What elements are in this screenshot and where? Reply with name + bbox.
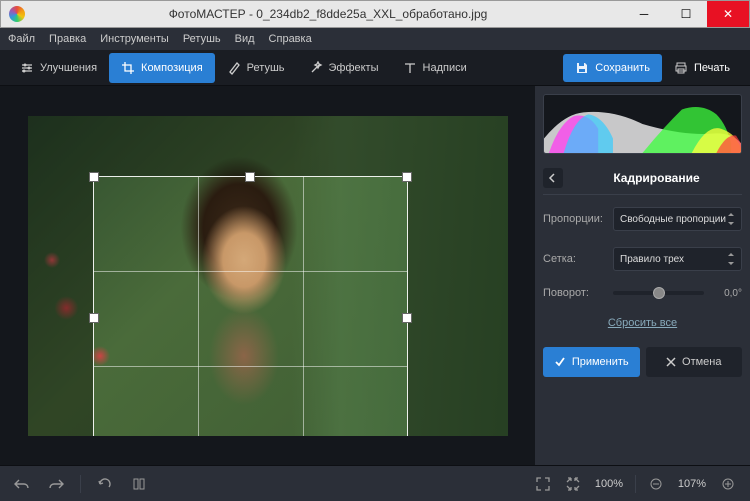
zoom-in-button[interactable] xyxy=(718,474,738,494)
rotate-value: 0,0° xyxy=(712,288,742,299)
minimize-button[interactable]: ─ xyxy=(623,1,665,27)
print-icon xyxy=(674,61,688,75)
maximize-button[interactable]: ☐ xyxy=(665,1,707,27)
history-button[interactable] xyxy=(129,474,149,494)
tab-label: Композиция xyxy=(141,62,203,74)
crop-icon xyxy=(121,61,135,75)
window-title: ФотоМАСТЕР - 0_234db2_f8dde25a_XXL_обраб… xyxy=(33,7,623,21)
apply-button[interactable]: Применить xyxy=(543,347,640,377)
back-button[interactable] xyxy=(543,168,563,188)
panel-title: Кадрирование xyxy=(571,171,742,185)
tab-label: Надписи xyxy=(423,62,467,74)
text-icon xyxy=(403,61,417,75)
revert-button[interactable] xyxy=(95,474,115,494)
menu-help[interactable]: Справка xyxy=(269,33,312,45)
fit-screen-button[interactable] xyxy=(533,474,553,494)
actual-size-button[interactable] xyxy=(563,474,583,494)
grid-label: Сетка: xyxy=(543,253,605,265)
print-label: Печать xyxy=(694,62,730,74)
ratio-label: Пропорции: xyxy=(543,213,605,225)
close-button[interactable]: ✕ xyxy=(707,1,749,27)
undo-button[interactable] xyxy=(12,474,32,494)
titlebar: ФотоМАСТЕР - 0_234db2_f8dde25a_XXL_обраб… xyxy=(0,0,750,28)
photo-preview xyxy=(28,116,508,436)
crop-handle-right[interactable] xyxy=(402,313,412,323)
wand-icon xyxy=(309,61,323,75)
tab-label: Улучшения xyxy=(40,62,97,74)
crop-handle-top-left[interactable] xyxy=(89,172,99,182)
tab-label: Эффекты xyxy=(329,62,379,74)
brush-icon xyxy=(227,61,241,75)
reset-link[interactable]: Сбросить все xyxy=(543,311,742,335)
chevron-left-icon xyxy=(548,173,558,183)
check-icon xyxy=(554,356,566,368)
menubar: Файл Правка Инструменты Ретушь Вид Справ… xyxy=(0,28,750,50)
tab-effects[interactable]: Эффекты xyxy=(297,53,391,83)
ratio-value: Свободные пропорции xyxy=(620,214,726,225)
x-icon xyxy=(666,357,676,367)
menu-edit[interactable]: Правка xyxy=(49,33,86,45)
crop-box[interactable] xyxy=(93,176,408,436)
zoom-fit-value: 100% xyxy=(593,478,625,490)
crop-handle-top-right[interactable] xyxy=(402,172,412,182)
tab-compose[interactable]: Композиция xyxy=(109,53,215,83)
sliders-icon xyxy=(20,61,34,75)
grid-value: Правило трех xyxy=(620,254,684,265)
crop-handle-top[interactable] xyxy=(245,172,255,182)
toolbar: Улучшения Композиция Ретушь Эффекты Надп… xyxy=(0,50,750,86)
rotate-slider[interactable] xyxy=(613,291,704,295)
histogram xyxy=(543,94,742,154)
tab-label: Ретушь xyxy=(247,62,285,74)
tab-retouch[interactable]: Ретушь xyxy=(215,53,297,83)
save-label: Сохранить xyxy=(595,62,650,74)
rotate-label: Поворот: xyxy=(543,287,605,299)
app-icon xyxy=(9,6,25,22)
cancel-label: Отмена xyxy=(682,356,721,368)
menu-file[interactable]: Файл xyxy=(8,33,35,45)
menu-retouch[interactable]: Ретушь xyxy=(183,33,221,45)
slider-thumb[interactable] xyxy=(653,287,665,299)
menu-tools[interactable]: Инструменты xyxy=(100,33,169,45)
canvas-area[interactable] xyxy=(0,86,535,465)
redo-button[interactable] xyxy=(46,474,66,494)
save-icon xyxy=(575,61,589,75)
zoom-current-value: 107% xyxy=(676,478,708,490)
save-button[interactable]: Сохранить xyxy=(563,54,662,82)
print-button[interactable]: Печать xyxy=(662,54,742,82)
ratio-select[interactable]: Свободные пропорции xyxy=(613,207,742,231)
tab-improve[interactable]: Улучшения xyxy=(8,53,109,83)
updown-icon xyxy=(727,253,735,265)
grid-select[interactable]: Правило трех xyxy=(613,247,742,271)
statusbar: 100% 107% xyxy=(0,465,750,501)
crop-handle-left[interactable] xyxy=(89,313,99,323)
menu-view[interactable]: Вид xyxy=(235,33,255,45)
tab-text[interactable]: Надписи xyxy=(391,53,479,83)
updown-icon xyxy=(727,213,735,225)
side-panel: Кадрирование Пропорции: Свободные пропор… xyxy=(535,86,750,465)
zoom-out-button[interactable] xyxy=(646,474,666,494)
cancel-button[interactable]: Отмена xyxy=(646,347,743,377)
apply-label: Применить xyxy=(572,356,629,368)
